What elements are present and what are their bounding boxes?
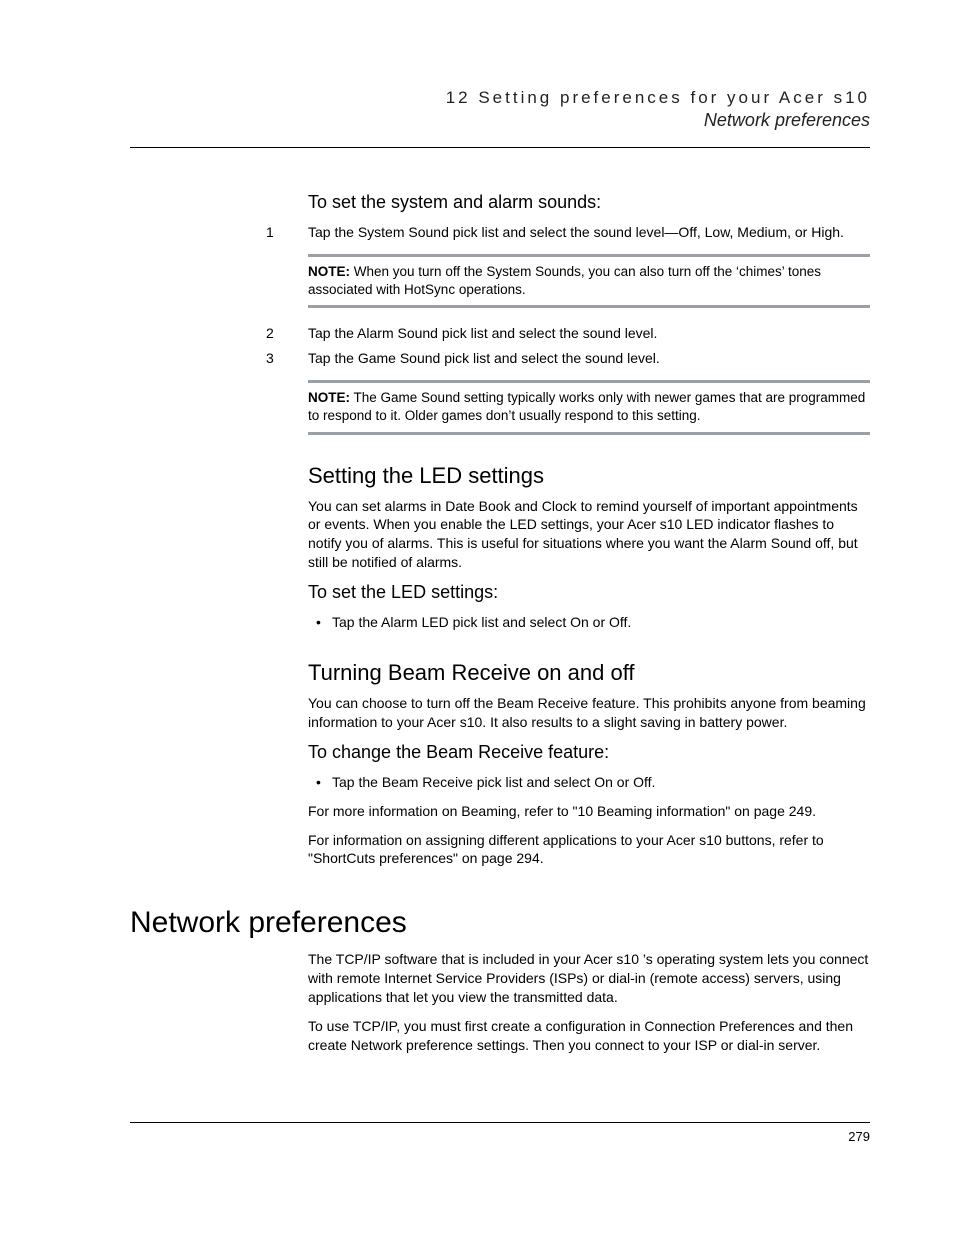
step-2: 2 Tap the Alarm Sound pick list and sele… xyxy=(308,324,870,343)
note-label: NOTE: xyxy=(308,264,350,279)
page-number: 279 xyxy=(848,1129,870,1144)
note-system-sounds: NOTE: When you turn off the System Sound… xyxy=(308,254,870,308)
heading-set-sounds: To set the system and alarm sounds: xyxy=(308,192,870,213)
note-game-sound: NOTE: The Game Sound setting typically w… xyxy=(308,380,870,434)
section-title: Network preferences xyxy=(130,110,870,131)
running-header: 12 Setting preferences for your Acer s10… xyxy=(130,88,870,148)
heading-beam: Turning Beam Receive on and off xyxy=(308,660,870,686)
step-text: Tap the Game Sound pick list and select … xyxy=(308,350,660,366)
ref-beaming: For more information on Beaming, refer t… xyxy=(308,802,870,821)
heading-change-beam: To change the Beam Receive feature: xyxy=(308,742,870,763)
para-beam: You can choose to turn off the Beam Rece… xyxy=(308,694,870,732)
heading-led: Setting the LED settings xyxy=(308,463,870,489)
step-3: 3 Tap the Game Sound pick list and selec… xyxy=(308,349,870,368)
step-text: Tap the System Sound pick list and selec… xyxy=(308,224,844,240)
para-led: You can set alarms in Date Book and Cloc… xyxy=(308,497,870,573)
step-1: 1 Tap the System Sound pick list and sel… xyxy=(308,223,870,242)
note-text: When you turn off the System Sounds, you… xyxy=(308,264,821,297)
bullet-beam: Tap the Beam Receive pick list and selec… xyxy=(308,773,870,792)
step-number: 1 xyxy=(266,223,274,242)
note-text: The Game Sound setting typically works o… xyxy=(308,390,865,423)
page-footer: 279 xyxy=(130,1122,870,1144)
bullet-led: Tap the Alarm LED pick list and select O… xyxy=(308,613,870,632)
step-text: Tap the Alarm Sound pick list and select… xyxy=(308,325,657,341)
para-network-2: To use TCP/IP, you must first create a c… xyxy=(308,1017,870,1055)
heading-network: Network preferences xyxy=(130,906,870,940)
step-number: 3 xyxy=(266,349,274,368)
heading-set-led: To set the LED settings: xyxy=(308,582,870,603)
para-network-1: The TCP/IP software that is included in … xyxy=(308,950,870,1007)
step-number: 2 xyxy=(266,324,274,343)
ref-shortcuts: For information on assigning different a… xyxy=(308,831,870,869)
chapter-title: 12 Setting preferences for your Acer s10 xyxy=(130,88,870,108)
note-label: NOTE: xyxy=(308,390,350,405)
